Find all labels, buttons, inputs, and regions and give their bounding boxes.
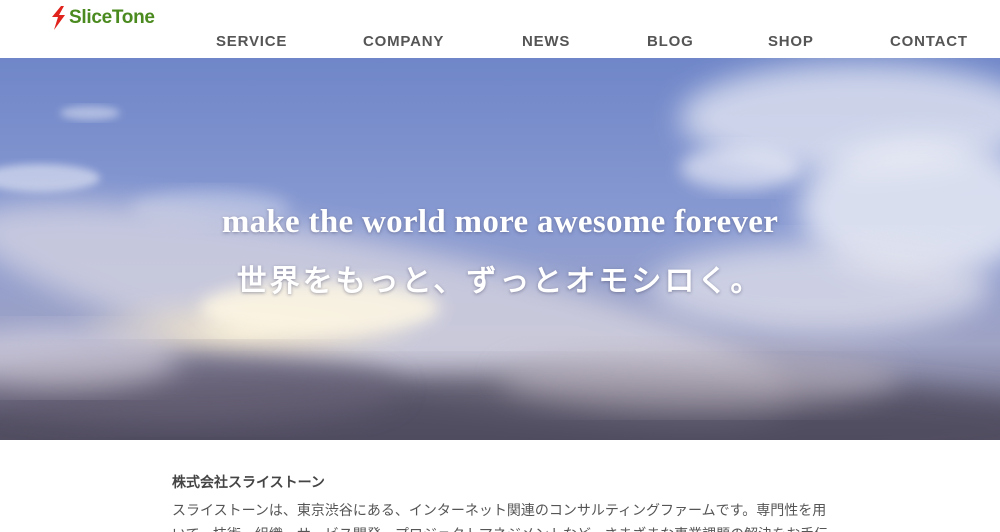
nav-shop[interactable]: SHOP <box>768 33 814 50</box>
nav-contact[interactable]: CONTACT <box>890 33 968 50</box>
nav-service[interactable]: SERVICE <box>216 33 287 50</box>
nav-news[interactable]: NEWS <box>522 33 570 50</box>
sky-background-image <box>0 58 1000 440</box>
company-description: スライストーンは、東京渋谷にある、インターネット関連のコンサルティングファームで… <box>172 502 828 532</box>
lightning-slice-icon <box>52 6 65 30</box>
nav-blog[interactable]: BLOG <box>647 33 694 50</box>
nav-company[interactable]: COMPANY <box>363 33 444 50</box>
company-name-heading: 株式会社スライストーン <box>172 474 325 490</box>
logo-link[interactable]: SliceTone <box>48 4 155 32</box>
hero-subtitle: 世界をもっと、ずっとオモシロく。 <box>236 264 764 299</box>
logo-text: SliceTone <box>69 7 155 28</box>
hero-banner: make the world more awesome forever 世界をも… <box>0 58 1000 440</box>
hero-title: make the world more awesome forever <box>221 204 779 240</box>
site-header: SliceTone SERVICE COMPANY NEWS BLOG SHOP… <box>0 0 1000 58</box>
company-intro: 株式会社スライストーン スライストーンは、東京渋谷にある、インターネット関連のコ… <box>172 472 832 532</box>
main-nav: SERVICE COMPANY NEWS BLOG SHOP CONTACT <box>0 33 1000 55</box>
